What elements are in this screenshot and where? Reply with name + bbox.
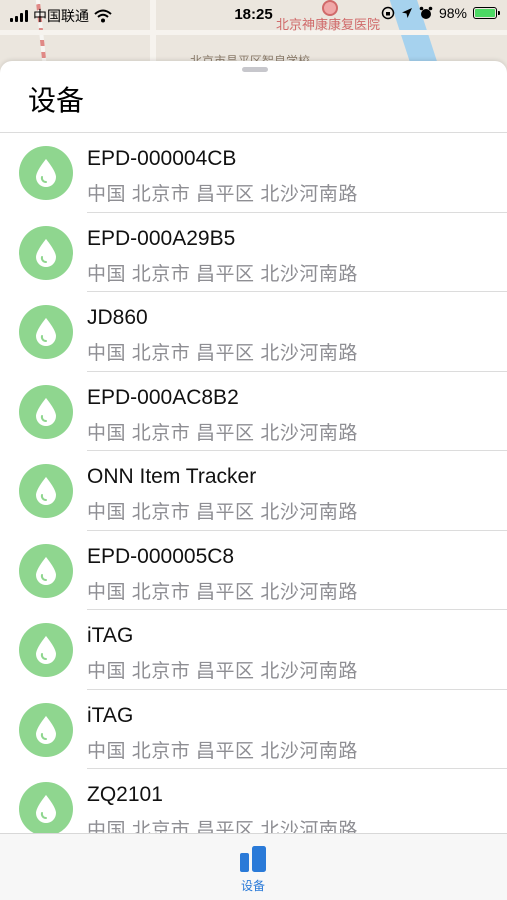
water-drop-icon xyxy=(36,238,56,267)
device-avatar xyxy=(19,543,73,598)
water-drop-icon xyxy=(36,477,56,505)
device-avatar xyxy=(19,305,73,359)
device-address: 中国 北京市 昌平区 北沙河南路 xyxy=(87,740,358,762)
device-avatar xyxy=(19,146,73,200)
devices-icon xyxy=(240,846,266,872)
devices-sheet: 设备 EPD-000004CB 中国 北京市 昌平区 北沙河南路 EPD-000A2… xyxy=(0,61,507,900)
device-name: JD860 xyxy=(87,306,148,329)
device-avatar xyxy=(19,384,73,439)
device-row[interactable]: EPD-000005C8 中国 北京市 昌平区 北沙河南路 xyxy=(0,531,507,610)
device-row[interactable]: ZQ2101 中国 北京市 昌平区 北沙河南路 xyxy=(0,769,507,833)
map-road xyxy=(0,30,507,35)
location-arrow-icon xyxy=(401,8,412,18)
device-name: ZQ2101 xyxy=(87,783,163,806)
screen: 北京神康康复医院 北京市昌平区智良学校 中国联通 18:25 xyxy=(0,0,507,900)
device-name: iTAG xyxy=(87,624,134,647)
alarm-icon xyxy=(419,6,433,19)
battery-percent: 98% xyxy=(438,5,467,21)
water-drop-icon xyxy=(36,636,56,664)
battery-icon xyxy=(473,7,500,19)
water-drop-icon xyxy=(36,556,56,585)
battery-fill xyxy=(475,9,495,17)
device-address: 中国 北京市 昌平区 北沙河南路 xyxy=(87,263,358,285)
device-address: 中国 北京市 昌平区 北沙河南路 xyxy=(87,502,358,523)
device-avatar xyxy=(19,225,73,280)
device-address: 中国 北京市 昌平区 北沙河南路 xyxy=(87,820,358,833)
device-list[interactable]: EPD-000004CB 中国 北京市 昌平区 北沙河南路 EPD-000A29B5… xyxy=(0,133,507,833)
water-drop-icon xyxy=(36,715,56,744)
device-row[interactable]: EPD-000A29B5 中国 北京市 昌平区 北沙河南路 xyxy=(0,213,507,292)
device-name: EPD-000AC8B2 xyxy=(87,385,239,409)
water-drop-icon xyxy=(36,795,56,823)
device-address: 中国 北京市 昌平区 北沙河南路 xyxy=(87,661,358,682)
device-avatar xyxy=(19,464,73,518)
water-drop-icon xyxy=(36,318,56,346)
device-avatar xyxy=(19,782,73,833)
water-drop-icon xyxy=(36,397,56,426)
device-address: 中国 北京市 昌平区 北沙河南路 xyxy=(87,343,358,364)
device-row[interactable]: EPD-000004CB 中国 北京市 昌平区 北沙河南路 xyxy=(0,133,507,213)
device-avatar xyxy=(19,623,73,677)
device-row[interactable]: ONN Item Tracker 中国 北京市 昌平区 北沙河南路 xyxy=(0,451,507,531)
device-address: 中国 北京市 昌平区 北沙河南路 xyxy=(87,184,358,205)
status-bar: 中国联通 18:25 98% xyxy=(0,0,507,30)
tab-bar: 设备 xyxy=(0,833,507,900)
device-name: EPD-000A29B5 xyxy=(87,226,236,250)
tab-label: 设备 xyxy=(240,879,265,893)
tab-devices[interactable]: 设备 xyxy=(228,844,278,896)
device-row[interactable]: JD860 中国 北京市 昌平区 北沙河南路 xyxy=(0,292,507,372)
lock-rotation-icon xyxy=(381,6,395,20)
water-drop-icon xyxy=(36,159,56,187)
device-name: ONN Item Tracker xyxy=(87,465,257,488)
device-name: iTAG xyxy=(87,703,134,727)
device-avatar xyxy=(19,702,73,757)
device-address: 中国 北京市 昌平区 北沙河南路 xyxy=(87,581,358,603)
device-name: EPD-000004CB xyxy=(87,147,237,170)
status-right: 98% xyxy=(381,5,500,21)
device-row[interactable]: iTAG 中国 北京市 昌平区 北沙河南路 xyxy=(0,690,507,769)
sheet-grabber-handle[interactable] xyxy=(242,67,268,72)
device-row[interactable]: EPD-000AC8B2 中国 北京市 昌平区 北沙河南路 xyxy=(0,372,507,451)
sheet-title: 设备 xyxy=(28,85,85,116)
device-name: EPD-000005C8 xyxy=(87,544,235,568)
device-row[interactable]: iTAG 中国 北京市 昌平区 北沙河南路 xyxy=(0,610,507,690)
device-address: 中国 北京市 昌平区 北沙河南路 xyxy=(87,422,358,444)
